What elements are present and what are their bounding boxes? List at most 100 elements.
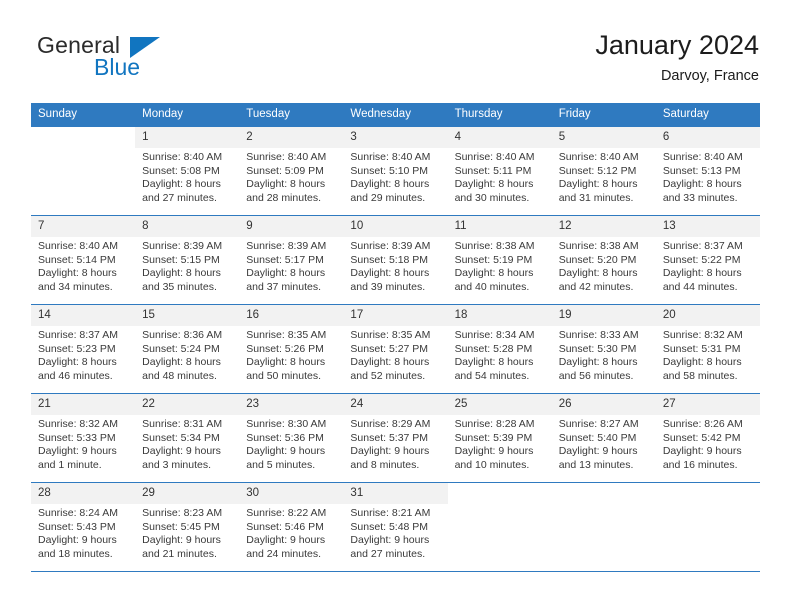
day-number: 1 [135, 127, 240, 148]
calendar-day-cell[interactable]: 13 Sunrise: 8:37 AM Sunset: 5:22 PM Dayligh… [655, 215, 760, 305]
day-daylight-text: and 13 minutes. [558, 458, 634, 471]
day-sun-info: Sunrise: 8:35 AM Sunset: 5:27 PM Daylight:… [343, 326, 447, 383]
calendar-day-cell[interactable]: 7 Sunrise: 8:40 AM Sunset: 5:14 PM Daylight… [31, 215, 136, 305]
calendar-day-cell[interactable]: 14 Sunrise: 8:37 AM Sunset: 5:23 PM Dayligh… [31, 304, 136, 394]
day-sun-info: Sunrise: 8:40 AM Sunset: 5:13 PM Daylight:… [656, 148, 760, 205]
calendar-week-row: 1 Sunrise: 8:40 AM Sunset: 5:08 PM Daylight… [31, 126, 760, 216]
day-sunrise-text: Sunrise: 8:24 AM [38, 507, 118, 519]
day-sunset-text: Sunset: 5:30 PM [558, 342, 637, 355]
day-sun-info: Sunrise: 8:36 AM Sunset: 5:24 PM Daylight:… [135, 326, 239, 383]
calendar-day-cell-empty [655, 482, 760, 572]
calendar-day-cell[interactable]: 3 Sunrise: 8:40 AM Sunset: 5:10 PM Daylight… [343, 126, 448, 216]
day-sunrise-text: Sunrise: 8:34 AM [454, 329, 535, 341]
day-sun-info: Sunrise: 8:40 AM Sunset: 5:10 PM Daylight:… [343, 148, 447, 205]
day-sun-info: Sunrise: 8:32 AM Sunset: 5:33 PM Daylight:… [31, 415, 135, 472]
title-block: January 2024 Darvoy, France [595, 28, 759, 87]
day-daylight-text: Daylight: 9 hours [662, 445, 742, 458]
calendar-day-cell[interactable]: 30 Sunrise: 8:22 AM Sunset: 5:46 PM Dayligh… [239, 482, 344, 572]
day-sun-info: Sunrise: 8:40 AM Sunset: 5:12 PM Daylight:… [552, 148, 656, 205]
calendar-day-cell[interactable]: 21 Sunrise: 8:32 AM Sunset: 5:33 PM Dayligh… [31, 393, 136, 483]
page-subtitle-location: Darvoy, France [660, 68, 759, 84]
general-blue-logo[interactable]: General Blue [33, 32, 263, 92]
calendar-day-cell[interactable]: 22 Sunrise: 8:31 AM Sunset: 5:34 PM Dayligh… [135, 393, 240, 483]
day-daylight-text: Daylight: 8 hours [454, 356, 534, 369]
calendar-day-cell[interactable]: 5 Sunrise: 8:40 AM Sunset: 5:12 PM Daylight… [551, 126, 656, 216]
weekday-header-row: Sunday Monday Tuesday Wednesday Thursday… [31, 103, 760, 127]
calendar-day-cell[interactable]: 25 Sunrise: 8:28 AM Sunset: 5:39 PM Dayligh… [447, 393, 552, 483]
day-daylight-text: and 29 minutes. [350, 191, 426, 204]
calendar-day-cell-empty [551, 482, 656, 572]
day-sunrise-text: Sunrise: 8:32 AM [38, 418, 118, 430]
day-number: 31 [343, 483, 448, 504]
day-daylight-text: Daylight: 8 hours [246, 356, 326, 369]
day-number: 8 [135, 216, 240, 237]
day-daylight-text: and 30 minutes. [454, 191, 530, 204]
day-daylight-text: Daylight: 9 hours [350, 445, 430, 458]
day-sunrise-text: Sunrise: 8:40 AM [662, 151, 743, 163]
day-number: 17 [343, 305, 448, 326]
day-sun-info: Sunrise: 8:38 AM Sunset: 5:20 PM Daylight:… [552, 237, 656, 294]
day-number: 29 [135, 483, 240, 504]
calendar-day-cell[interactable]: 6 Sunrise: 8:40 AM Sunset: 5:13 PM Daylight… [655, 126, 760, 216]
day-sun-info: Sunrise: 8:30 AM Sunset: 5:36 PM Daylight:… [239, 415, 343, 472]
day-daylight-text: and 39 minutes. [350, 280, 426, 293]
calendar-day-cell[interactable]: 28 Sunrise: 8:24 AM Sunset: 5:43 PM Dayligh… [31, 482, 136, 572]
day-number: 15 [135, 305, 240, 326]
day-sun-info: Sunrise: 8:27 AM Sunset: 5:40 PM Daylight:… [552, 415, 656, 472]
weekday-header-saturday: Saturday [655, 103, 760, 127]
calendar-header-row: Sunday Monday Tuesday Wednesday Thursday… [31, 103, 760, 127]
day-sun-info: Sunrise: 8:40 AM Sunset: 5:08 PM Daylight:… [135, 148, 239, 205]
day-sunrise-text: Sunrise: 8:28 AM [454, 418, 535, 430]
day-sunrise-text: Sunrise: 8:31 AM [142, 418, 223, 430]
calendar-day-cell[interactable]: 23 Sunrise: 8:30 AM Sunset: 5:36 PM Dayligh… [239, 393, 344, 483]
day-number: 5 [551, 127, 656, 148]
day-sunset-text: Sunset: 5:14 PM [38, 253, 116, 266]
day-daylight-text: and 48 minutes. [142, 369, 217, 382]
day-daylight-text: and 21 minutes. [142, 547, 217, 560]
weekday-header-tuesday: Tuesday [239, 103, 344, 127]
calendar-day-cell[interactable]: 27 Sunrise: 8:26 AM Sunset: 5:42 PM Dayligh… [655, 393, 760, 483]
day-daylight-text: Daylight: 8 hours [350, 356, 430, 369]
calendar-body: 1 Sunrise: 8:40 AM Sunset: 5:08 PM Daylight… [31, 126, 760, 572]
calendar-day-cell[interactable]: 24 Sunrise: 8:29 AM Sunset: 5:37 PM Dayligh… [343, 393, 448, 483]
calendar-day-cell[interactable]: 2 Sunrise: 8:40 AM Sunset: 5:09 PM Daylight… [239, 126, 344, 216]
page-header: General Blue January 2024 Darvoy, France [33, 28, 759, 96]
day-sun-info: Sunrise: 8:23 AM Sunset: 5:45 PM Daylight:… [135, 504, 239, 561]
day-sunset-text: Sunset: 5:13 PM [662, 164, 741, 177]
day-sun-info: Sunrise: 8:40 AM Sunset: 5:09 PM Daylight:… [239, 148, 343, 205]
calendar-day-cell[interactable]: 29 Sunrise: 8:23 AM Sunset: 5:45 PM Dayligh… [135, 482, 240, 572]
day-daylight-text: Daylight: 8 hours [246, 178, 326, 191]
calendar-day-cell[interactable]: 1 Sunrise: 8:40 AM Sunset: 5:08 PM Daylight… [135, 126, 240, 216]
calendar-day-cell[interactable]: 26 Sunrise: 8:27 AM Sunset: 5:40 PM Dayligh… [551, 393, 656, 483]
calendar-day-cell[interactable]: 19 Sunrise: 8:33 AM Sunset: 5:30 PM Dayligh… [551, 304, 656, 394]
day-number: 9 [239, 216, 344, 237]
day-daylight-text: Daylight: 9 hours [38, 534, 117, 547]
calendar-day-cell[interactable]: 31 Sunrise: 8:21 AM Sunset: 5:48 PM Dayligh… [343, 482, 448, 572]
day-sun-info: Sunrise: 8:22 AM Sunset: 5:46 PM Daylight:… [239, 504, 343, 561]
day-sun-info: Sunrise: 8:29 AM Sunset: 5:37 PM Daylight:… [343, 415, 447, 472]
calendar-day-cell[interactable]: 15 Sunrise: 8:36 AM Sunset: 5:24 PM Dayligh… [135, 304, 240, 394]
calendar-day-cell[interactable]: 20 Sunrise: 8:32 AM Sunset: 5:31 PM Dayligh… [655, 304, 760, 394]
day-daylight-text: and 44 minutes. [662, 280, 738, 293]
calendar-day-cell[interactable]: 18 Sunrise: 8:34 AM Sunset: 5:28 PM Dayligh… [447, 304, 552, 394]
day-sunset-text: Sunset: 5:33 PM [38, 431, 116, 444]
day-daylight-text: and 16 minutes. [662, 458, 738, 471]
day-number: 3 [343, 127, 448, 148]
day-number: 24 [343, 394, 448, 415]
day-sunrise-text: Sunrise: 8:33 AM [558, 329, 639, 341]
calendar-day-cell[interactable]: 8 Sunrise: 8:39 AM Sunset: 5:15 PM Daylight… [135, 215, 240, 305]
calendar-page: General Blue January 2024 Darvoy, France… [0, 0, 792, 612]
day-sunrise-text: Sunrise: 8:30 AM [246, 418, 327, 430]
day-daylight-text: Daylight: 8 hours [350, 178, 430, 191]
calendar-day-cell[interactable]: 4 Sunrise: 8:40 AM Sunset: 5:11 PM Daylight… [447, 126, 552, 216]
day-daylight-text: Daylight: 9 hours [246, 534, 326, 547]
calendar-day-cell[interactable]: 11 Sunrise: 8:38 AM Sunset: 5:19 PM Dayligh… [447, 215, 552, 305]
day-sun-info: Sunrise: 8:40 AM Sunset: 5:14 PM Daylight:… [31, 237, 135, 294]
calendar-day-cell[interactable]: 16 Sunrise: 8:35 AM Sunset: 5:26 PM Dayligh… [239, 304, 344, 394]
day-sunset-text: Sunset: 5:15 PM [142, 253, 220, 266]
day-number [551, 483, 656, 504]
calendar-day-cell[interactable]: 12 Sunrise: 8:38 AM Sunset: 5:20 PM Dayligh… [551, 215, 656, 305]
calendar-day-cell[interactable]: 17 Sunrise: 8:35 AM Sunset: 5:27 PM Dayligh… [343, 304, 448, 394]
calendar-day-cell[interactable]: 9 Sunrise: 8:39 AM Sunset: 5:17 PM Daylight… [239, 215, 344, 305]
calendar-day-cell[interactable]: 10 Sunrise: 8:39 AM Sunset: 5:18 PM Dayligh… [343, 215, 448, 305]
